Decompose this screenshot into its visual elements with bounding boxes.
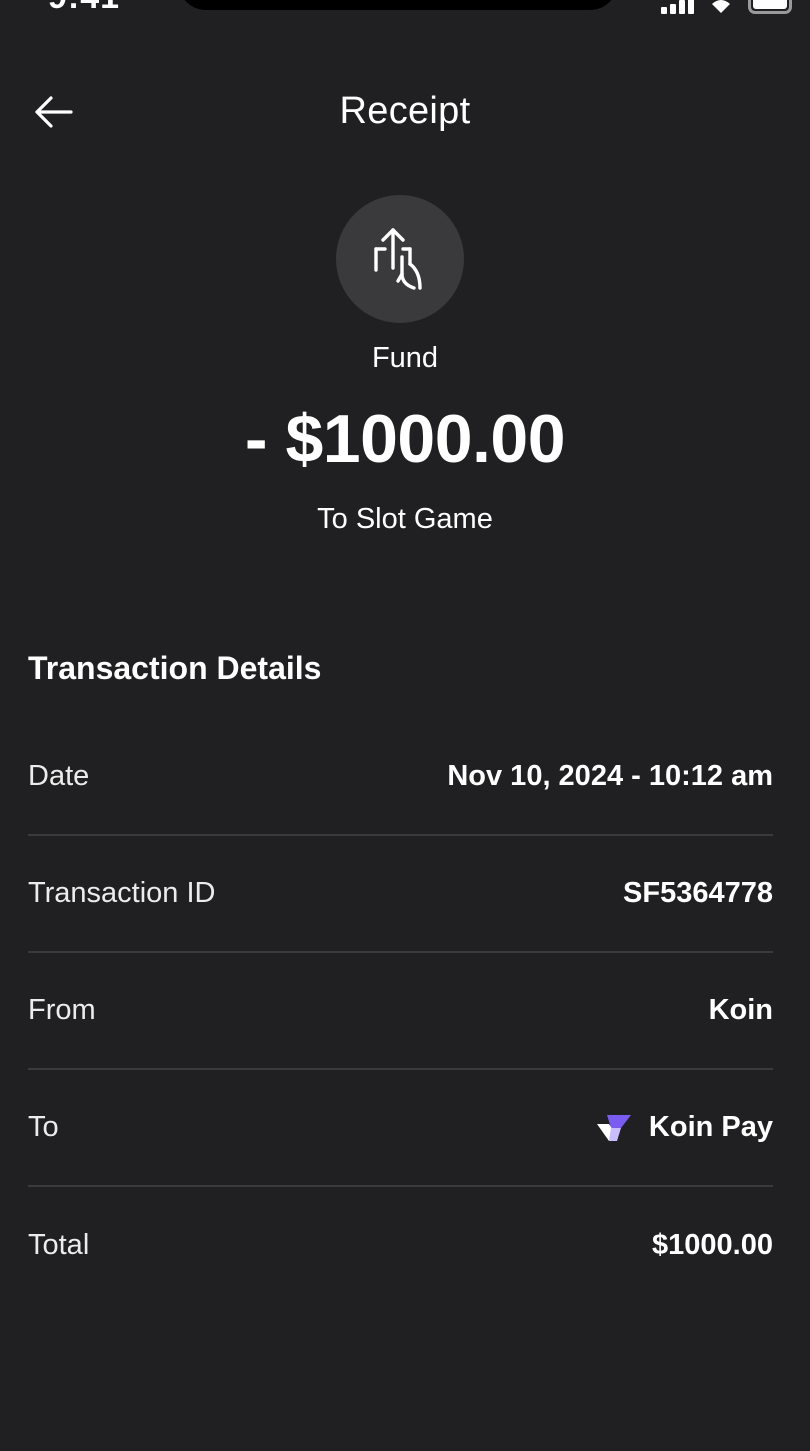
transaction-details-title: Transaction Details bbox=[28, 650, 322, 686]
status-icons bbox=[661, 0, 792, 14]
battery-icon bbox=[748, 0, 792, 14]
transaction-type: Fund bbox=[371, 342, 439, 374]
wifi-icon bbox=[712, 0, 730, 13]
detail-value: Koin Pay bbox=[648, 1111, 773, 1143]
detail-row-date: Date Nov 10, 2024 - 10:12 am bbox=[28, 719, 773, 836]
header: Receipt bbox=[0, 80, 810, 144]
detail-row-from: From Koin bbox=[28, 953, 773, 1070]
detail-value: $1000.00 bbox=[652, 1229, 773, 1261]
hand-share-up-icon bbox=[374, 228, 422, 290]
detail-row-to: To Koin Pay bbox=[28, 1070, 773, 1187]
detail-label: Date bbox=[28, 760, 90, 792]
detail-value: SF5364778 bbox=[623, 877, 773, 909]
detail-label: To bbox=[28, 1111, 59, 1143]
detail-label: From bbox=[28, 994, 96, 1026]
detail-label: Transaction ID bbox=[28, 877, 216, 909]
koin-pay-logo-icon bbox=[596, 1114, 631, 1141]
page-title: Receipt bbox=[339, 90, 471, 132]
detail-row-total: Total $1000.00 bbox=[28, 1187, 773, 1304]
device-notch bbox=[178, 0, 618, 10]
detail-label: Total bbox=[28, 1229, 90, 1261]
status-time: 9:41 bbox=[48, 0, 120, 17]
detail-value: Koin bbox=[708, 994, 773, 1026]
status-bar: 9:41 bbox=[0, 0, 810, 24]
transaction-details-list: Date Nov 10, 2024 - 10:12 am Transaction… bbox=[28, 719, 773, 1304]
transaction-type-icon-circle bbox=[336, 195, 464, 323]
transaction-destination: To Slot Game bbox=[317, 503, 493, 535]
detail-row-transaction-id: Transaction ID SF5364778 bbox=[28, 836, 773, 953]
transaction-amount: - $1000.00 bbox=[244, 401, 566, 477]
detail-value: Nov 10, 2024 - 10:12 am bbox=[447, 760, 773, 792]
detail-value-with-logo: Koin Pay bbox=[596, 1111, 773, 1144]
cellular-signal-icon bbox=[661, 0, 694, 14]
